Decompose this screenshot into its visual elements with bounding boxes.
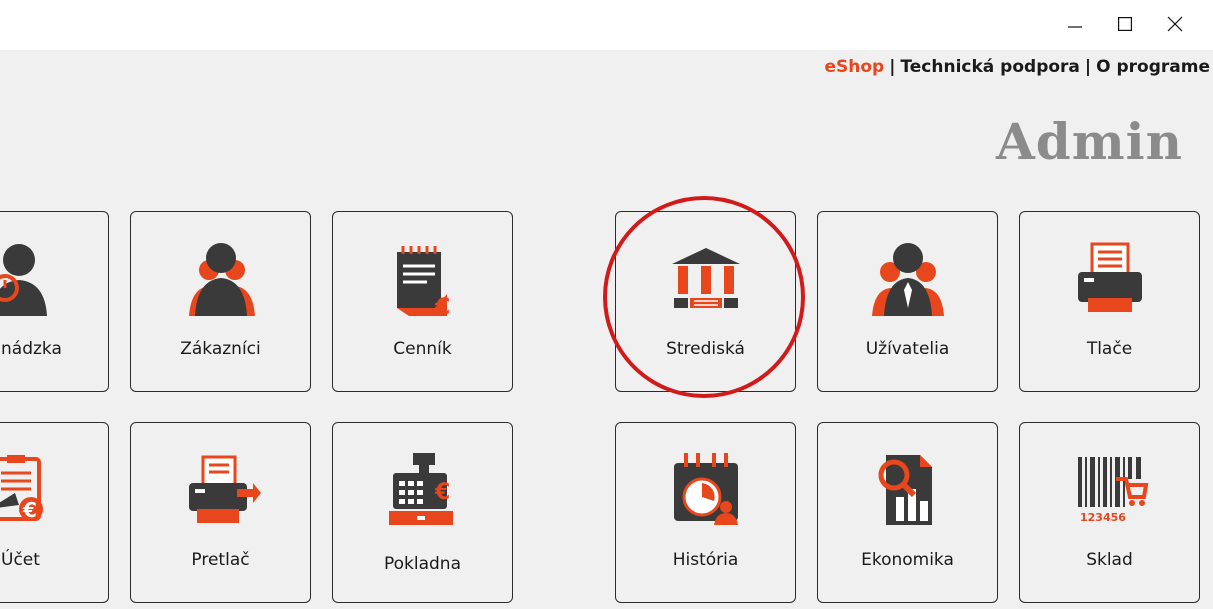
tile-historia[interactable]: História — [615, 422, 796, 603]
tile-label: nádzka — [1, 339, 62, 359]
tile-ekonomika[interactable]: Ekonomika — [817, 422, 998, 603]
tile-label: Ekonomika — [861, 550, 954, 570]
tile-pretlac[interactable]: Pretlač — [130, 422, 311, 603]
economy-chart-icon — [868, 449, 948, 529]
maximize-icon — [1118, 17, 1132, 31]
svg-text:€: € — [22, 498, 37, 522]
tile-label: Pretlač — [191, 550, 250, 570]
tile-strediska[interactable]: Strediská — [615, 211, 796, 392]
tile-label: Účet — [1, 550, 40, 570]
tile-label: Užívatelia — [865, 339, 950, 359]
tile-sklad[interactable]: 123456 Sklad — [1019, 422, 1200, 603]
svg-text:€: € — [434, 480, 450, 505]
close-button[interactable] — [1152, 4, 1198, 44]
user-icon — [0, 238, 59, 318]
tile-label: Strediská — [666, 339, 745, 359]
minimize-icon — [1068, 26, 1082, 28]
users-icon — [868, 238, 948, 318]
customers-icon — [181, 238, 261, 318]
tile-ucet[interactable]: € Účet — [0, 422, 109, 603]
bank-building-icon — [666, 238, 746, 318]
maximize-button[interactable] — [1102, 4, 1148, 44]
tile-label: Sklad — [1086, 550, 1133, 570]
svg-text:€: € — [434, 295, 450, 318]
tile-label: Cenník — [393, 339, 452, 359]
tile-uzivatelia[interactable]: Užívatelia — [817, 211, 998, 392]
cash-register-icon: € — [383, 449, 463, 529]
tile-label: Zákazníci — [180, 339, 261, 359]
tile-area: nádzka Zákazníci € Cenník Strediská Užív… — [0, 50, 1213, 609]
invoice-icon: € — [0, 449, 59, 529]
printer-icon — [1070, 238, 1150, 318]
tile-dochadzka[interactable]: nádzka — [0, 211, 109, 392]
close-icon — [1167, 16, 1183, 32]
tile-tlace[interactable]: Tlače — [1019, 211, 1200, 392]
tile-pokladna[interactable]: € Pokladna — [332, 422, 513, 603]
tile-cennik[interactable]: € Cenník — [332, 211, 513, 392]
tile-label: Pokladna — [383, 554, 461, 574]
window-titlebar — [0, 0, 1213, 50]
tile-zakaznici[interactable]: Zákazníci — [130, 211, 311, 392]
calendar-history-icon — [666, 449, 746, 529]
tile-label: História — [672, 550, 739, 570]
svg-text:123456: 123456 — [1080, 511, 1126, 524]
pricelist-icon: € — [383, 238, 463, 318]
minimize-button[interactable] — [1052, 4, 1098, 44]
reprint-icon — [181, 449, 261, 529]
barcode-cart-icon: 123456 — [1070, 449, 1150, 529]
tile-label: Tlače — [1086, 339, 1133, 359]
